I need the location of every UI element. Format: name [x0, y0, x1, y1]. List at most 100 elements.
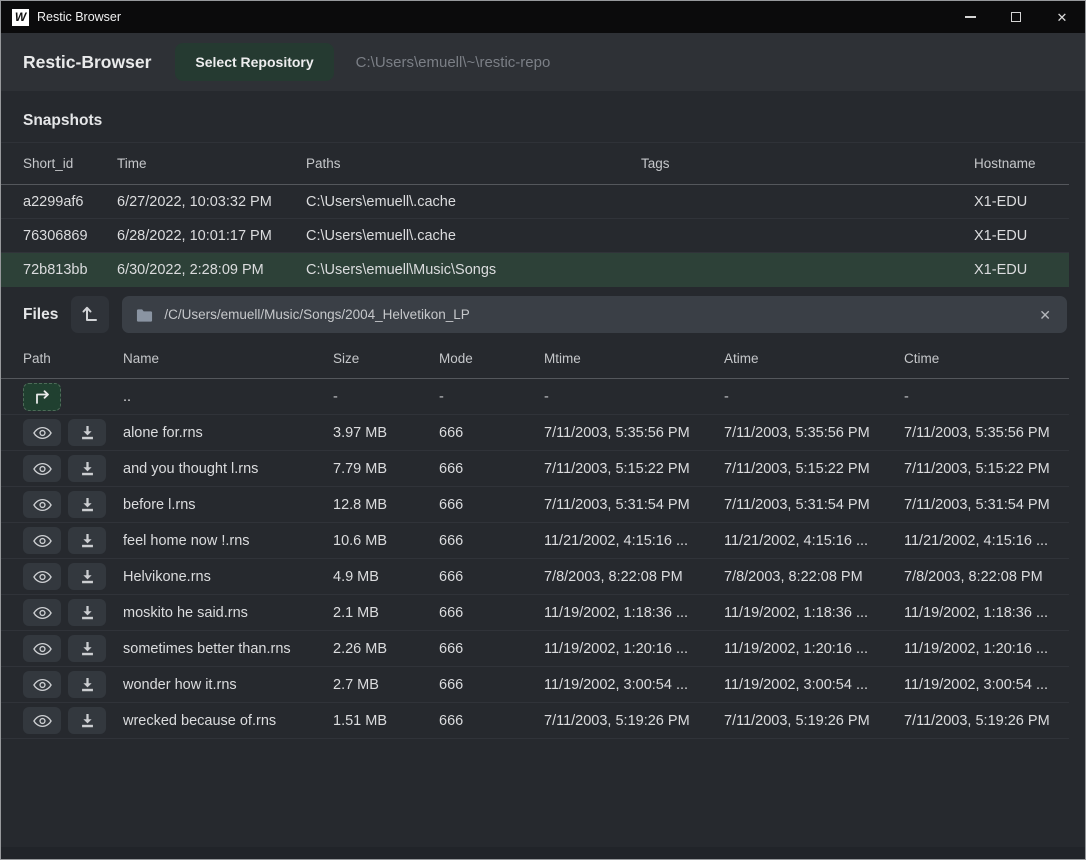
app-window: W Restic Browser ✕ Restic-Browser Select…	[0, 0, 1086, 860]
file-row: sometimes better than.rns 2.26 MB 666 11…	[1, 631, 1069, 667]
file-mtime: 7/11/2003, 5:15:22 PM	[544, 461, 724, 477]
file-size: 12.8 MB	[333, 497, 439, 513]
column-header-short-id: Short_id	[23, 156, 117, 171]
snapshot-row[interactable]: a2299af6 6/27/2022, 10:03:32 PM C:\Users…	[1, 185, 1069, 219]
column-header-mtime: Mtime	[544, 351, 724, 366]
snapshot-row[interactable]: 76306869 6/28/2022, 10:01:17 PM C:\Users…	[1, 219, 1069, 253]
snapshot-row-selected[interactable]: 72b813bb 6/30/2022, 2:28:09 PM C:\Users\…	[1, 253, 1069, 287]
file-size: 2.1 MB	[333, 605, 439, 621]
column-header-time: Time	[117, 156, 306, 171]
snapshot-hostname: X1-EDU	[974, 194, 1069, 210]
go-to-parent-directory-button[interactable]	[71, 296, 109, 333]
file-name: sometimes better than.rns	[123, 641, 333, 657]
snapshot-short-id: a2299af6	[23, 194, 117, 210]
file-ctime: -	[904, 389, 1069, 405]
clear-path-icon: ✕	[1039, 307, 1051, 323]
download-file-button[interactable]	[68, 455, 106, 482]
file-ctime: 11/19/2002, 1:20:16 ...	[904, 641, 1069, 657]
download-icon	[80, 461, 95, 476]
column-header-paths: Paths	[306, 156, 641, 171]
folder-icon	[136, 308, 153, 322]
file-size: 7.79 MB	[333, 461, 439, 477]
preview-file-button[interactable]	[23, 419, 61, 446]
download-file-button[interactable]	[68, 599, 106, 626]
file-mode: -	[439, 389, 544, 405]
snapshots-section-title: Snapshots	[1, 91, 1085, 143]
file-atime: 7/11/2003, 5:35:56 PM	[724, 425, 904, 441]
maximize-icon	[1011, 12, 1021, 22]
file-atime: 7/11/2003, 5:15:22 PM	[724, 461, 904, 477]
maximize-button[interactable]	[993, 1, 1039, 33]
close-icon: ✕	[1057, 11, 1068, 24]
download-file-button[interactable]	[68, 635, 106, 662]
file-ctime: 11/19/2002, 1:18:36 ...	[904, 605, 1069, 621]
file-mtime: 7/11/2003, 5:31:54 PM	[544, 497, 724, 513]
file-mode: 666	[439, 569, 544, 585]
download-file-button[interactable]	[68, 563, 106, 590]
titlebar-left: W Restic Browser	[1, 9, 121, 26]
preview-file-button[interactable]	[23, 671, 61, 698]
download-file-button[interactable]	[68, 527, 106, 554]
preview-file-button[interactable]	[23, 455, 61, 482]
file-name: moskito he said.rns	[123, 605, 333, 621]
file-size: 1.51 MB	[333, 713, 439, 729]
preview-file-button[interactable]	[23, 599, 61, 626]
file-ctime: 7/11/2003, 5:19:26 PM	[904, 713, 1069, 729]
minimize-icon	[965, 16, 976, 18]
file-atime: 7/11/2003, 5:31:54 PM	[724, 497, 904, 513]
file-mtime: 11/19/2002, 3:00:54 ...	[544, 677, 724, 693]
snapshot-paths: C:\Users\emuell\.cache	[306, 228, 641, 244]
file-name: and you thought l.rns	[123, 461, 333, 477]
file-name: before l.rns	[123, 497, 333, 513]
files-bar: Files /C/Users/emuell/Music/Songs/2004_H…	[23, 296, 1067, 333]
clear-path-button[interactable]: ✕	[1037, 308, 1053, 322]
file-mode: 666	[439, 713, 544, 729]
snapshots-table-header: Short_id Time Paths Tags Hostname	[1, 143, 1069, 185]
file-path-bar[interactable]: /C/Users/emuell/Music/Songs/2004_Helveti…	[122, 296, 1067, 333]
snapshot-short-id: 72b813bb	[23, 262, 117, 278]
app-header: Restic-Browser Select Repository C:\User…	[1, 33, 1085, 91]
preview-file-button[interactable]	[23, 707, 61, 734]
file-size: 3.97 MB	[333, 425, 439, 441]
column-header-atime: Atime	[724, 351, 904, 366]
file-name: ..	[123, 389, 333, 405]
eye-icon	[33, 462, 52, 476]
preview-file-button[interactable]	[23, 491, 61, 518]
file-name: wrecked because of.rns	[123, 713, 333, 729]
window-bottom-edge	[1, 847, 1085, 859]
column-header-path: Path	[23, 351, 123, 366]
file-mtime: -	[544, 389, 724, 405]
download-file-button[interactable]	[68, 491, 106, 518]
download-file-button[interactable]	[68, 707, 106, 734]
column-header-name: Name	[123, 351, 333, 366]
snapshot-hostname: X1-EDU	[974, 228, 1069, 244]
file-atime: 11/19/2002, 3:00:54 ...	[724, 677, 904, 693]
close-button[interactable]: ✕	[1039, 1, 1085, 33]
eye-icon	[33, 642, 52, 656]
window-controls: ✕	[947, 1, 1085, 33]
return-arrow-icon	[34, 390, 51, 404]
download-file-button[interactable]	[68, 671, 106, 698]
preview-file-button[interactable]	[23, 527, 61, 554]
file-name: Helvikone.rns	[123, 569, 333, 585]
preview-file-button[interactable]	[23, 563, 61, 590]
select-repository-button[interactable]: Select Repository	[175, 43, 333, 81]
download-file-button[interactable]	[68, 419, 106, 446]
minimize-button[interactable]	[947, 1, 993, 33]
snapshot-time: 6/30/2022, 2:28:09 PM	[117, 262, 306, 278]
file-atime: 7/11/2003, 5:19:26 PM	[724, 713, 904, 729]
navigate-up-button[interactable]	[23, 383, 61, 411]
preview-file-button[interactable]	[23, 635, 61, 662]
file-atime: 11/21/2002, 4:15:16 ...	[724, 533, 904, 549]
snapshot-time: 6/28/2022, 10:01:17 PM	[117, 228, 306, 244]
file-name: alone for.rns	[123, 425, 333, 441]
parent-directory-row: .. - - - - -	[1, 379, 1069, 415]
file-size: 2.7 MB	[333, 677, 439, 693]
file-name: wonder how it.rns	[123, 677, 333, 693]
file-mtime: 7/11/2003, 5:35:56 PM	[544, 425, 724, 441]
file-ctime: 11/21/2002, 4:15:16 ...	[904, 533, 1069, 549]
eye-icon	[33, 498, 52, 512]
file-mtime: 11/19/2002, 1:20:16 ...	[544, 641, 724, 657]
file-mode: 666	[439, 461, 544, 477]
page-title: Restic-Browser	[23, 52, 151, 73]
